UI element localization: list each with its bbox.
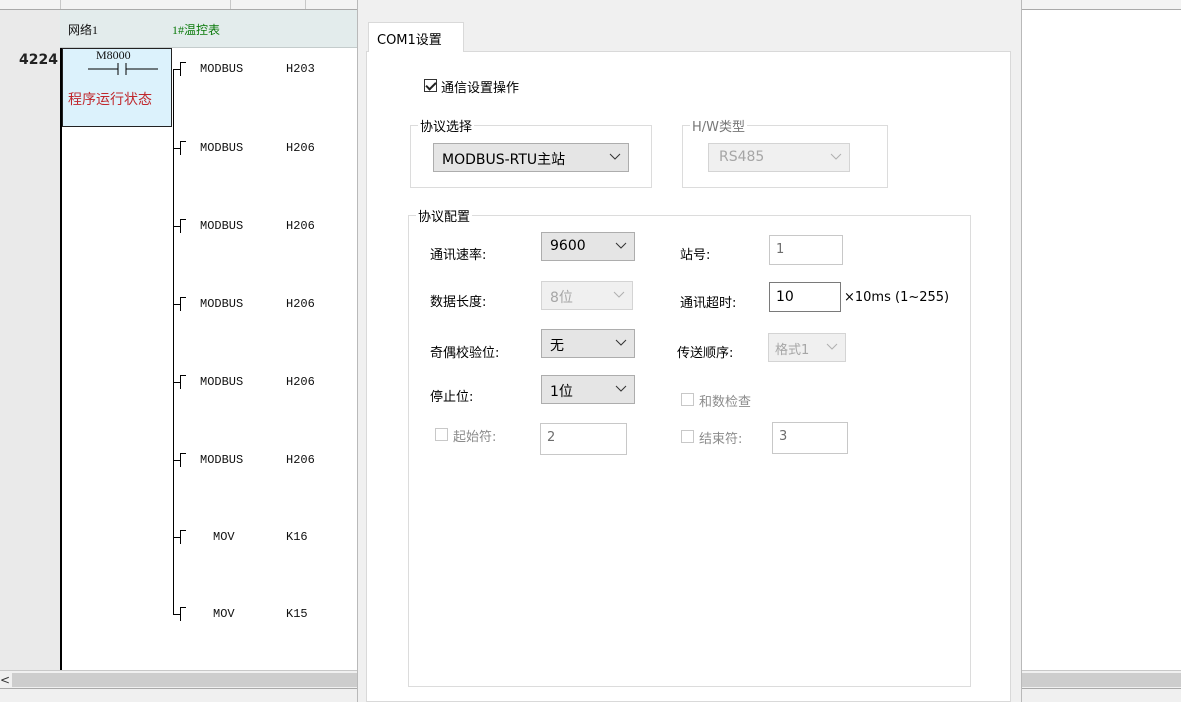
baud-rate-label: 通讯速率:	[430, 248, 487, 263]
hw-type-title: H/W类型	[690, 116, 748, 135]
data-length-label: 数据长度:	[430, 295, 487, 310]
instruction-row[interactable]: MODBUS H206	[173, 219, 363, 235]
instruction-operand: H206	[286, 375, 315, 389]
stop-bits-value: 1位	[550, 384, 573, 400]
instruction-name: MOV	[213, 607, 235, 621]
chevron-down-icon	[609, 153, 621, 160]
protocol-config-title: 协议配置	[416, 206, 473, 225]
parity-dropdown[interactable]: 无	[541, 329, 635, 358]
protocol-config-group	[408, 215, 971, 687]
parity-label: 奇偶校验位:	[430, 346, 500, 361]
end-char-checkbox	[681, 430, 694, 443]
checksum-label: 和数检查	[699, 395, 752, 410]
start-char-label: 起始符:	[453, 430, 497, 445]
instruction-operand: K15	[286, 607, 308, 621]
screen: 4224 网络1 1#温控表 M8000 程序运行状态 MODBUS H203 …	[0, 0, 1181, 702]
instruction-operand: K16	[286, 530, 308, 544]
network-name[interactable]: 网络1	[68, 21, 98, 38]
end-char-input: 3	[772, 422, 848, 454]
checksum-checkbox	[681, 393, 694, 406]
start-char-checkbox	[435, 428, 448, 441]
baud-rate-dropdown[interactable]: 9600	[541, 232, 635, 261]
start-char-value: 2	[547, 430, 556, 445]
protocol-select-title: 协议选择	[418, 116, 475, 135]
network-comment[interactable]: 1#温控表	[172, 21, 220, 38]
hw-type-value: RS485	[719, 149, 765, 165]
instruction-row[interactable]: MODBUS H206	[173, 297, 363, 313]
instruction-operand: H206	[286, 297, 315, 311]
instruction-row[interactable]: MODBUS H206	[173, 141, 363, 157]
instruction-name: MODBUS	[200, 62, 244, 76]
instruction-operand: H206	[286, 453, 315, 467]
tab-com1-settings[interactable]: COM1设置	[368, 22, 464, 52]
stop-bits-dropdown[interactable]: 1位	[541, 375, 635, 404]
timeout-label: 通讯超时:	[680, 296, 737, 311]
station-value: 1	[776, 242, 785, 257]
instruction-row[interactable]: MOV K15	[173, 607, 363, 623]
parity-value: 无	[550, 338, 564, 354]
instruction-row[interactable]: MODBUS H203	[173, 62, 363, 78]
scroll-left-arrow[interactable]: <	[0, 671, 12, 689]
instruction-row[interactable]: MOV K16	[173, 530, 363, 546]
chevron-down-icon	[826, 343, 838, 350]
chevron-down-icon	[613, 291, 625, 298]
timeout-unit-hint: ×10ms (1~255)	[844, 290, 950, 305]
data-length-value: 8位	[550, 290, 573, 306]
timeout-value: 10	[776, 289, 794, 305]
send-order-value: 格式1	[775, 343, 810, 358]
chevron-down-icon	[615, 242, 627, 249]
contact-comment: 程序运行状态	[68, 92, 152, 108]
protocol-value: MODBUS-RTU主站	[442, 152, 566, 168]
instruction-row[interactable]: MODBUS H206	[173, 453, 363, 469]
instruction-operand: H203	[286, 62, 315, 76]
station-label: 站号:	[680, 248, 711, 263]
chevron-down-icon	[615, 339, 627, 346]
stop-bits-label: 停止位:	[430, 390, 474, 405]
normally-open-contact-icon	[88, 63, 158, 75]
scrollbar-track-right[interactable]	[1022, 673, 1181, 687]
instruction-name: MOV	[213, 530, 235, 544]
send-order-dropdown: 格式1	[768, 333, 846, 362]
end-char-label: 结束符:	[699, 432, 743, 447]
row-gutter	[0, 10, 60, 670]
data-length-dropdown: 8位	[541, 281, 633, 310]
timeout-input[interactable]: 10	[769, 282, 841, 312]
hw-type-dropdown: RS485	[708, 143, 850, 172]
instruction-operand: H206	[286, 219, 315, 233]
instruction-operand: H206	[286, 141, 315, 155]
instruction-name: MODBUS	[200, 219, 244, 233]
chevron-down-icon	[830, 153, 842, 160]
baud-rate-value: 9600	[550, 238, 586, 254]
comm-setting-label[interactable]: 通信设置操作	[441, 77, 519, 96]
station-input: 1	[769, 235, 843, 265]
instruction-name: MODBUS	[200, 453, 244, 467]
instruction-name: MODBUS	[200, 141, 244, 155]
instruction-name: MODBUS	[200, 297, 244, 311]
ladder-right-area	[1022, 10, 1181, 670]
start-char-input: 2	[540, 423, 627, 455]
instruction-row[interactable]: MODBUS H206	[173, 375, 363, 391]
protocol-dropdown[interactable]: MODBUS-RTU主站	[433, 143, 629, 172]
chevron-down-icon	[615, 385, 627, 392]
send-order-label: 传送顺序:	[677, 346, 734, 361]
scrollbar-thumb[interactable]	[12, 673, 362, 687]
instruction-name: MODBUS	[200, 375, 244, 389]
end-char-value: 3	[779, 429, 788, 444]
left-power-rail	[60, 48, 62, 670]
comm-setting-checkbox[interactable]	[424, 79, 437, 92]
rung-number: 4224	[19, 52, 58, 68]
